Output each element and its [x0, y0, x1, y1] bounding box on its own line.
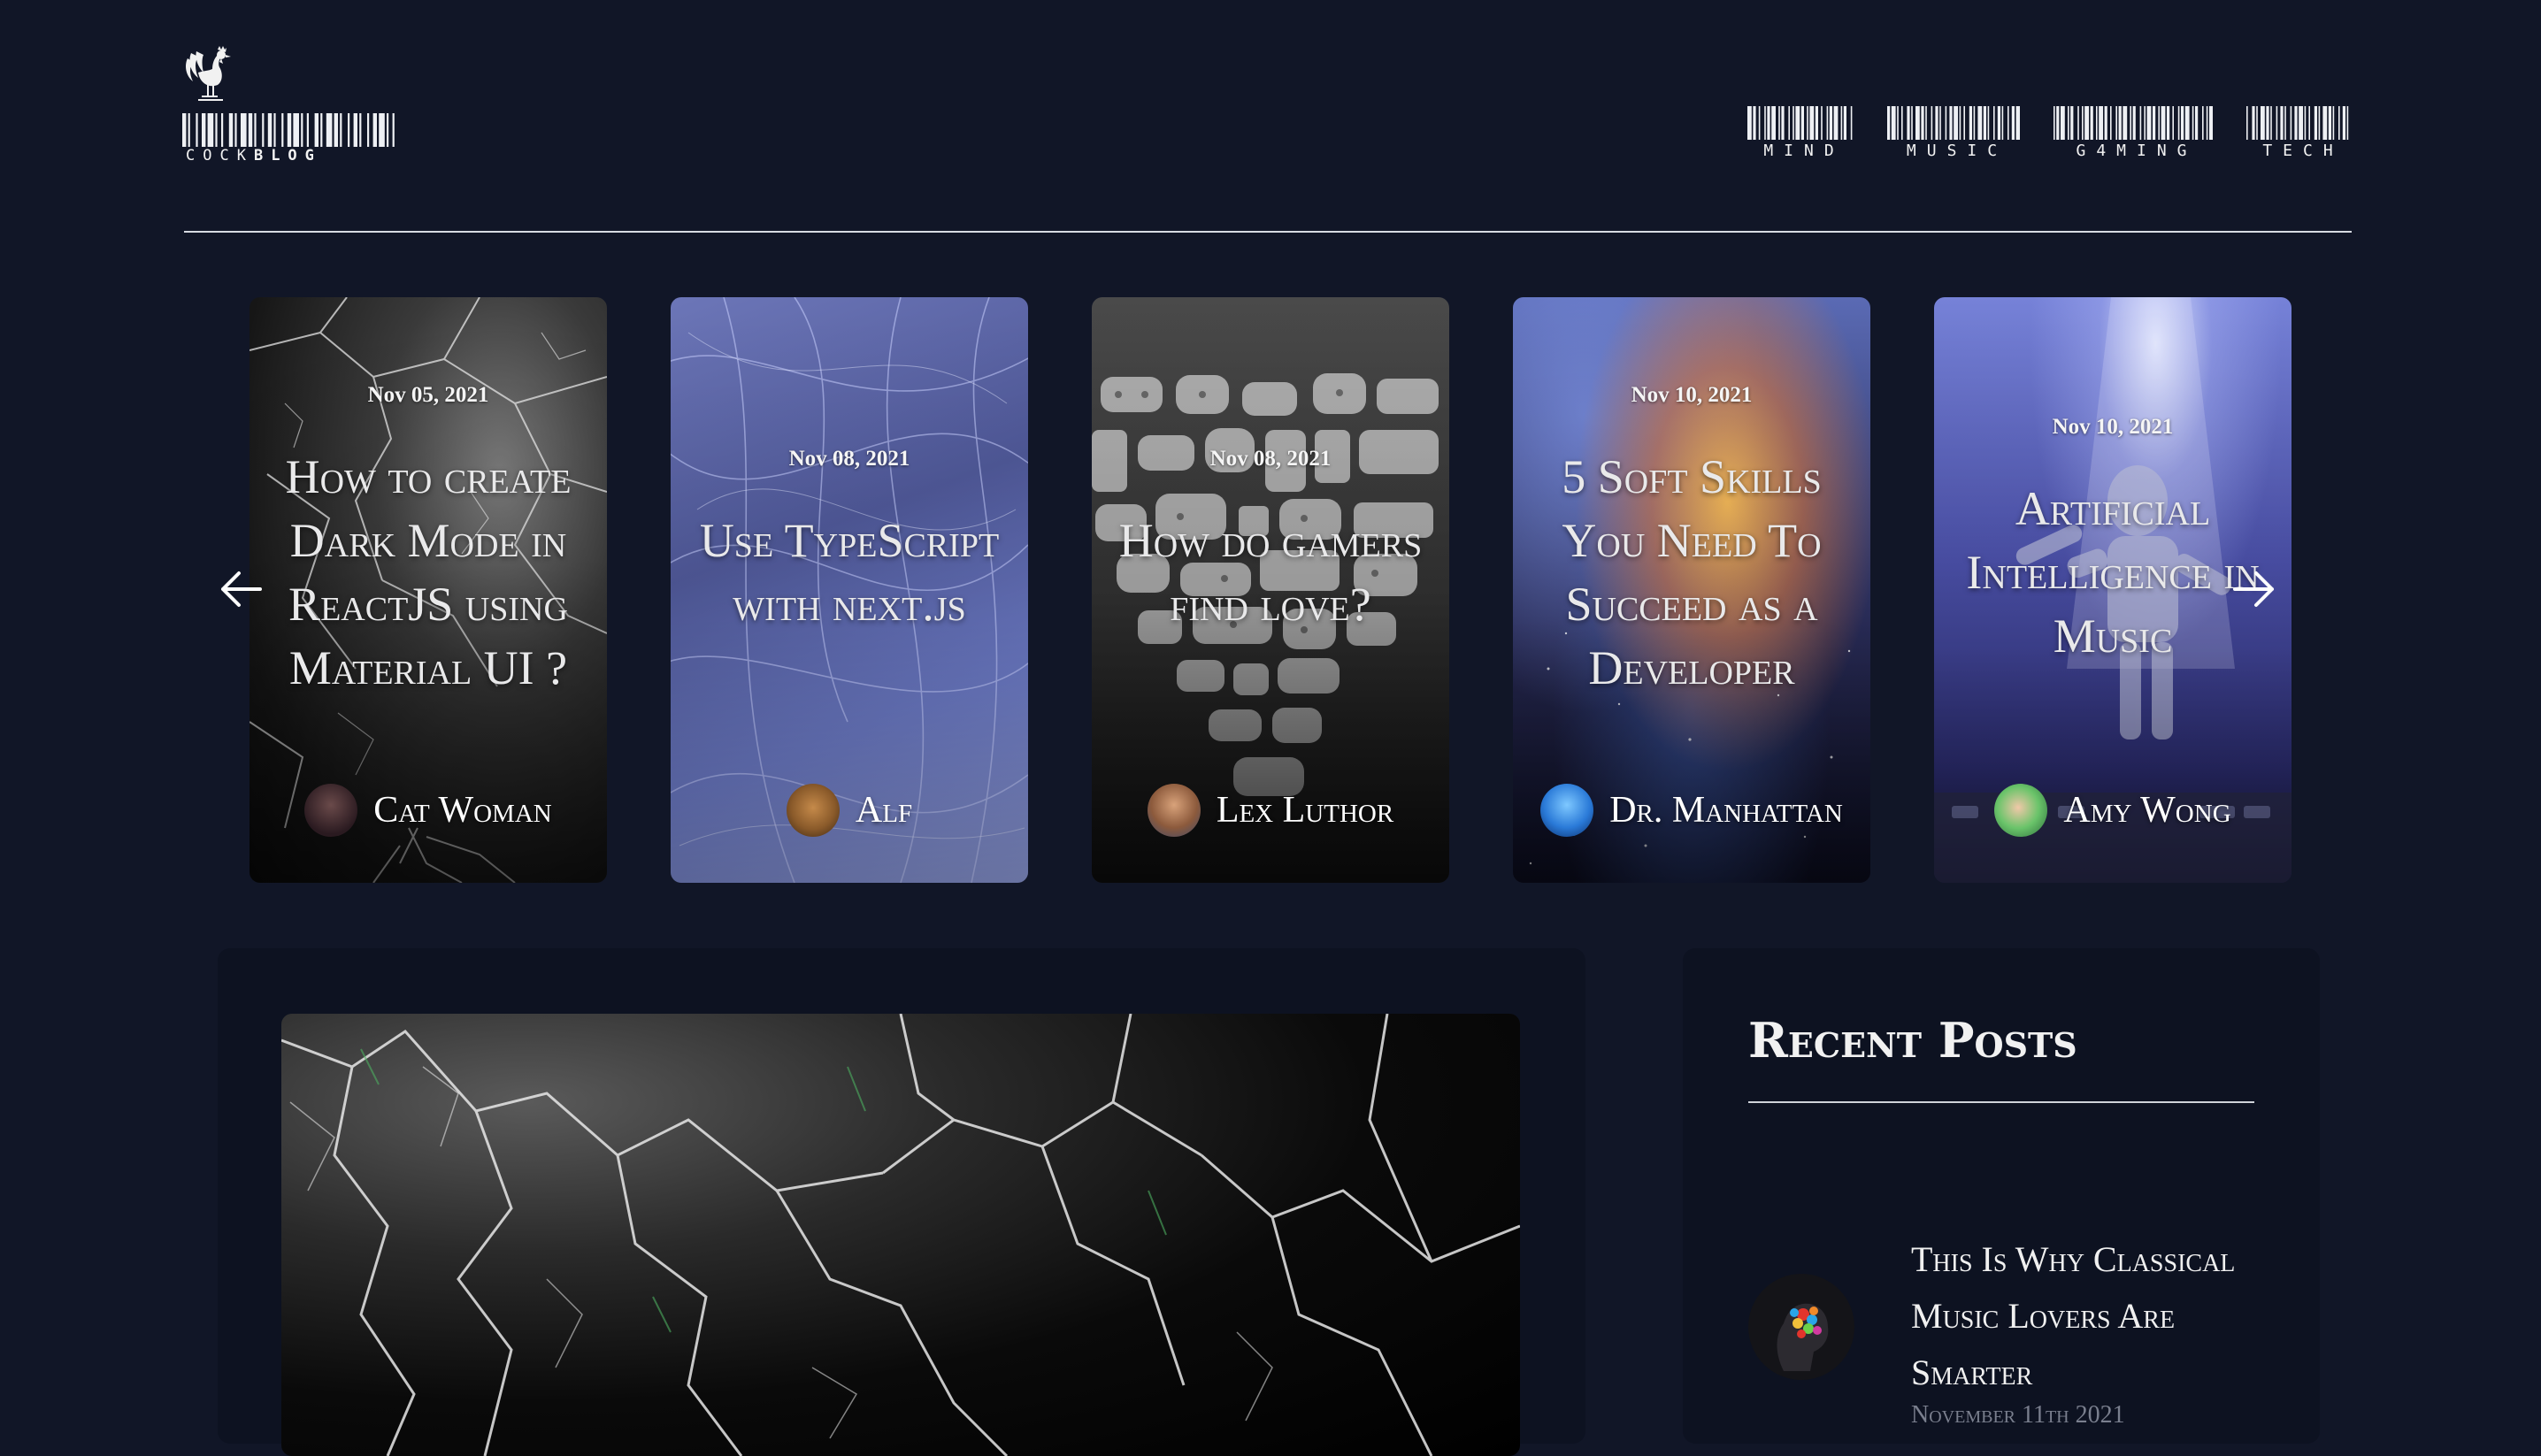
card-date: Nov 08, 2021: [788, 447, 910, 471]
avatar: [1540, 784, 1594, 837]
carousel-card[interactable]: Nov 08, 2021 Use TypeScript with next.js…: [671, 297, 1028, 883]
avatar: [786, 784, 840, 837]
arrow-left-icon[interactable]: [216, 563, 265, 616]
recent-post-title: This Is Why Classical Music Lovers Are S…: [1911, 1239, 2236, 1392]
author-name: Amy Wong: [2063, 790, 2231, 831]
avatar: [1147, 784, 1201, 837]
card-author[interactable]: Alf: [671, 784, 1028, 837]
carousel-card[interactable]: Nov 08, 2021 How do gamers find love? Le…: [1092, 297, 1449, 883]
card-date: Nov 08, 2021: [1209, 447, 1332, 471]
barcode-icon: [2246, 106, 2349, 140]
sidebar-divider: [1748, 1101, 2254, 1103]
featured-carousel: Nov 05, 2021 How to create Dark Mode in …: [0, 297, 2541, 883]
nav-item-gaming[interactable]: G4MING: [2054, 106, 2213, 160]
rooster-icon: [186, 46, 231, 101]
avatar: [1994, 784, 2048, 837]
sidebar-title: Recent Posts: [1748, 1012, 2077, 1069]
nav-label: G4MING: [2076, 142, 2198, 160]
barcode-icon: [2054, 106, 2213, 140]
header-divider: [184, 231, 2352, 233]
nav-label: TECH: [2262, 142, 2344, 160]
nav-item-tech[interactable]: TECH: [2246, 106, 2353, 160]
avatar: [304, 784, 358, 837]
card-author[interactable]: Amy Wong: [1934, 784, 2292, 837]
card-title: 5 Soft Skills You Need To Succeed as a D…: [1562, 450, 1822, 694]
recent-post-date: November 11th 2021: [1911, 1401, 2125, 1429]
carousel-card[interactable]: Nov 05, 2021 How to create Dark Mode in …: [249, 297, 607, 883]
nav-label: MIND: [1763, 142, 1845, 160]
card-title: How to create Dark Mode in ReactJS using…: [285, 450, 572, 694]
card-date: Nov 10, 2021: [2052, 415, 2174, 439]
author-name: Cat Woman: [373, 790, 552, 831]
card-date: Nov 05, 2021: [367, 383, 489, 407]
site-header: COCKBLOG MIND MUSIC G4MING TECH: [0, 0, 2541, 234]
recent-post-thumbnail: [1748, 1274, 1854, 1380]
card-title: Artificial Intelligence in Music: [1966, 482, 2260, 663]
main-nav: MIND MUSIC G4MING TECH: [1747, 106, 2353, 160]
card-title: How do gamers find love?: [1118, 514, 1423, 631]
nav-item-music[interactable]: MUSIC: [1887, 106, 2020, 160]
card-author[interactable]: Cat Woman: [249, 784, 607, 837]
card-date: Nov 10, 2021: [1631, 383, 1753, 407]
featured-post-image[interactable]: [281, 1014, 1520, 1456]
nav-item-mind[interactable]: MIND: [1747, 106, 1854, 160]
card-author[interactable]: Lex Luthor: [1092, 784, 1449, 837]
main-content: [218, 948, 1585, 1456]
barcode-icon: [1887, 106, 2020, 140]
card-title: Use TypeScript with next.js: [699, 514, 1000, 631]
logo-text: COCKBLOG: [186, 147, 322, 165]
author-name: Lex Luthor: [1216, 790, 1394, 831]
card-author[interactable]: Dr. Manhattan: [1513, 784, 1870, 837]
author-name: Dr. Manhattan: [1609, 790, 1843, 831]
nav-label: MUSIC: [1906, 142, 2008, 160]
recent-posts-sidebar: Recent Posts This Is Why Classical Music…: [1683, 948, 2320, 1444]
logo-barcode: [182, 113, 395, 147]
carousel-card[interactable]: Nov 10, 2021 5 Soft Skills You Need To S…: [1513, 297, 1870, 883]
arrow-right-icon[interactable]: [2230, 563, 2279, 616]
barcode-icon: [1747, 106, 1853, 140]
author-name: Alf: [855, 790, 913, 831]
site-logo[interactable]: COCKBLOG: [182, 46, 398, 175]
